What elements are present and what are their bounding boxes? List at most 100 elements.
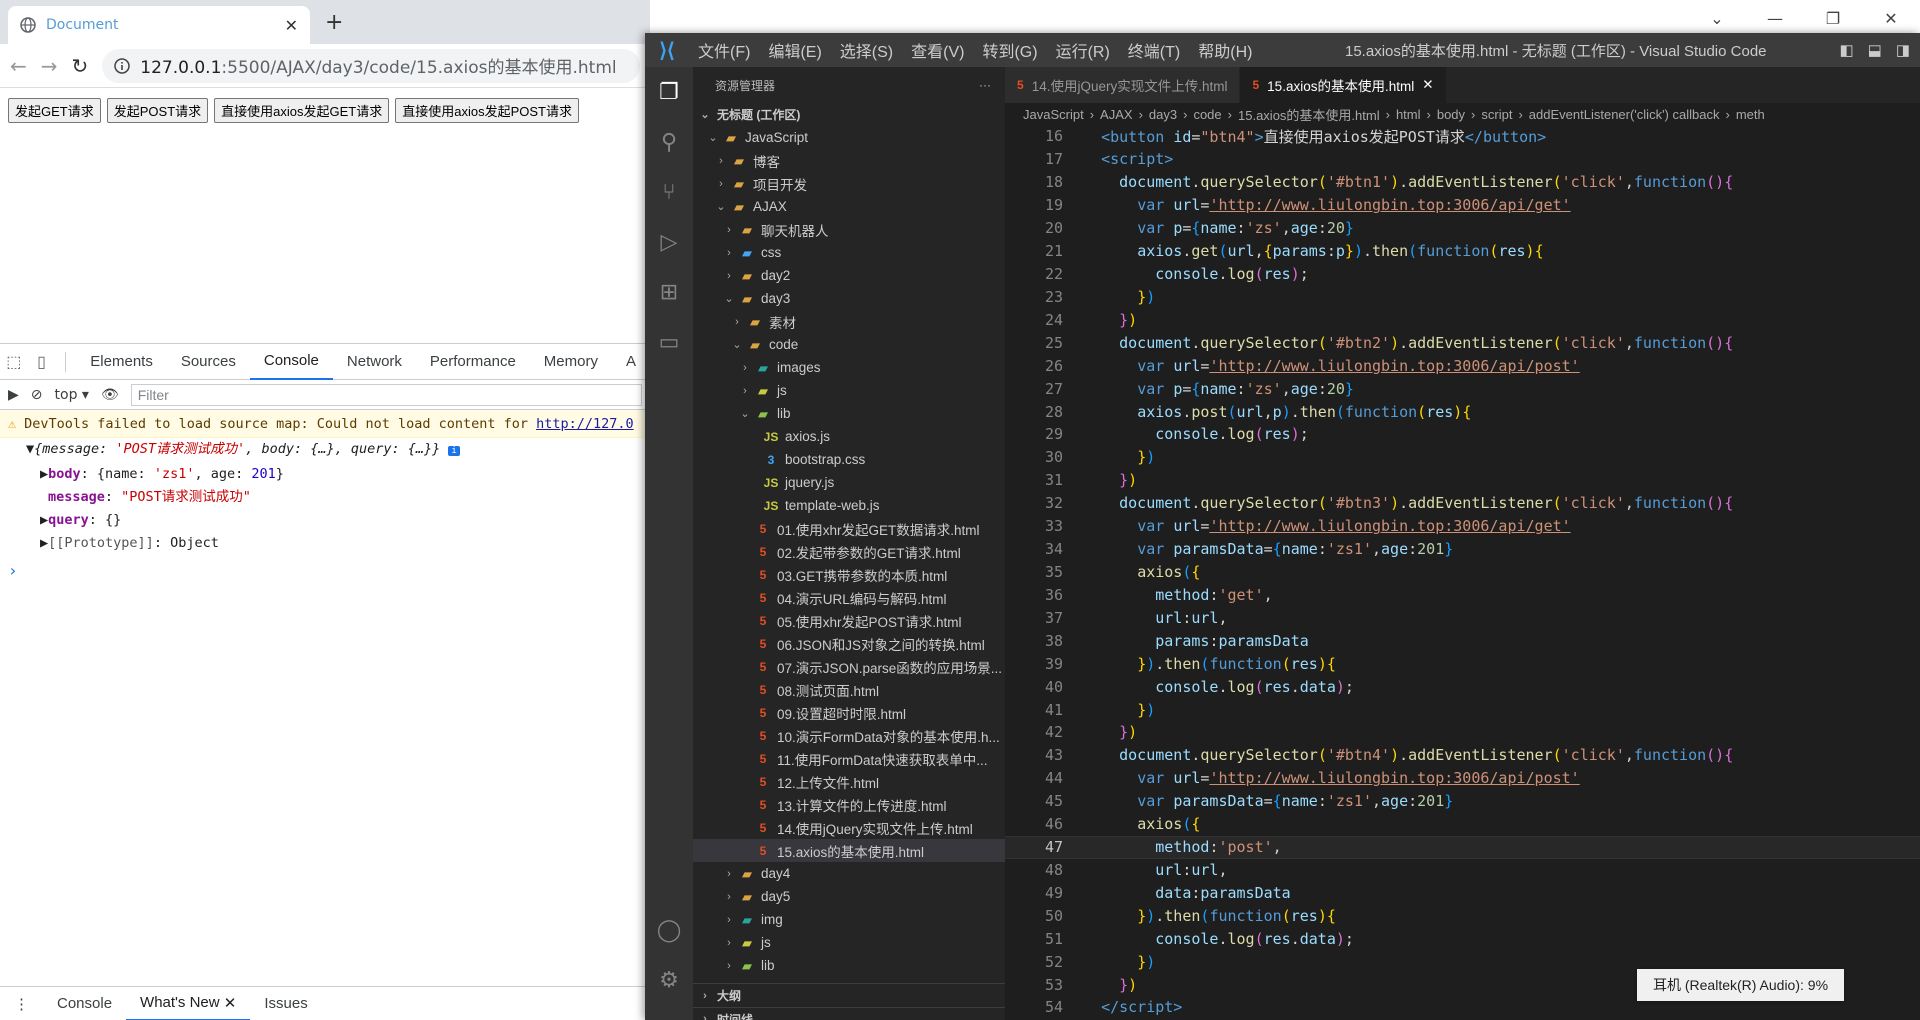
tree-item[interactable]: › ▰ 博客: [693, 149, 1005, 172]
tree-item[interactable]: › ▰ css: [693, 241, 1005, 264]
code-line[interactable]: 31 }): [1005, 469, 1920, 492]
tree-item[interactable]: 5 12.上传文件.html: [693, 770, 1005, 793]
collapsed-triangle-icon[interactable]: ▶: [40, 512, 48, 528]
extensions-icon[interactable]: ⊞: [645, 267, 693, 317]
log-object-summary[interactable]: ▼{message: 'POST请求测试成功', body: {…}, quer…: [0, 438, 650, 463]
code-line[interactable]: 17 <script>: [1005, 148, 1920, 171]
tree-item[interactable]: › ▰ 聊天机器人: [693, 218, 1005, 241]
code-line[interactable]: 30 }): [1005, 446, 1920, 469]
warning-link[interactable]: http://127.0: [536, 416, 634, 432]
expand-triangle-icon[interactable]: ▼: [26, 441, 34, 457]
menu-run[interactable]: 运行(R): [1047, 38, 1119, 62]
tab-network[interactable]: Network: [333, 344, 416, 380]
close-icon[interactable]: ✕: [1862, 0, 1920, 36]
breadcrumb-item[interactable]: day3: [1149, 107, 1177, 122]
tree-item[interactable]: 5 09.设置超时时限.html: [693, 701, 1005, 724]
more-actions-icon[interactable]: ···: [979, 78, 991, 92]
console-prompt[interactable]: ›: [0, 555, 650, 586]
code-line[interactable]: 24 }): [1005, 308, 1920, 331]
tree-item[interactable]: › ▰ 素材: [693, 310, 1005, 333]
tree-item[interactable]: ⌄ ▰ lib: [693, 402, 1005, 425]
drawer-tab-whats-new[interactable]: What's New ✕: [126, 987, 251, 1020]
breadcrumb-item[interactable]: AJAX: [1100, 107, 1133, 122]
menu-edit[interactable]: 编辑(E): [759, 38, 830, 62]
log-query-row[interactable]: ▶query: {}: [0, 509, 650, 532]
code-line[interactable]: 16 <button id="btn4">直接使用axios发起POST请求</…: [1005, 125, 1920, 148]
code-line[interactable]: 39 }).then(function(res){: [1005, 652, 1920, 675]
menu-terminal[interactable]: 终端(T): [1119, 38, 1189, 62]
breadcrumb-item[interactable]: code: [1193, 107, 1221, 122]
tree-item[interactable]: › ▰ images: [693, 356, 1005, 379]
code-line[interactable]: 46 axios({: [1005, 813, 1920, 836]
get-request-button[interactable]: 发起GET请求: [8, 98, 101, 123]
close-icon[interactable]: ✕: [224, 994, 237, 1012]
tree-item[interactable]: › ▰ day5: [693, 885, 1005, 908]
menu-help[interactable]: 帮助(H): [1189, 38, 1261, 62]
collapsed-triangle-icon[interactable]: ▶: [40, 535, 48, 551]
code-line[interactable]: 23 }): [1005, 285, 1920, 308]
code-line[interactable]: 19 var url='http://www.liulongbin.top:30…: [1005, 194, 1920, 217]
breadcrumb-item[interactable]: body: [1437, 107, 1465, 122]
inspect-element-icon[interactable]: ⬚: [0, 344, 28, 380]
breadcrumb-item[interactable]: script: [1481, 107, 1512, 122]
console-filter-input[interactable]: Filter: [130, 383, 642, 406]
code-editor[interactable]: 16 <button id="btn4">直接使用axios发起POST请求</…: [1005, 125, 1920, 1019]
editor-tab-14[interactable]: 5 14.使用jQuery实现文件上传.html: [1005, 67, 1241, 103]
tree-item[interactable]: › ▰ day2: [693, 264, 1005, 287]
code-line[interactable]: 45 var paramsData={name:'zs1',age:201}: [1005, 790, 1920, 813]
log-body-row[interactable]: ▶body: {name: 'zs1', age: 201}: [0, 463, 650, 486]
gear-icon[interactable]: ⚙: [645, 955, 693, 1005]
toggle-panel-icon[interactable]: ⬓: [1868, 41, 1882, 59]
tree-item[interactable]: › ▰ day4: [693, 862, 1005, 885]
tree-item[interactable]: 3 bootstrap.css: [693, 448, 1005, 471]
toggle-secondary-sidebar-icon[interactable]: ◨: [1896, 41, 1910, 59]
search-icon[interactable]: ⚲: [645, 117, 693, 167]
close-tab-icon[interactable]: ✕: [285, 16, 298, 35]
log-prototype-row[interactable]: ▶[[Prototype]]: Object: [0, 532, 650, 555]
menu-go[interactable]: 转到(G): [973, 38, 1046, 62]
outline-section[interactable]: › 大纲: [693, 984, 1005, 1007]
tree-item[interactable]: 5 07.演示JSON.parse函数的应用场景...: [693, 655, 1005, 678]
tree-item[interactable]: 5 03.GET携带参数的本质.html: [693, 563, 1005, 586]
clear-console-icon[interactable]: ⊘: [31, 387, 43, 403]
code-line[interactable]: 36 method:'get',: [1005, 583, 1920, 606]
info-icon[interactable]: [114, 57, 131, 74]
code-line[interactable]: 41 }): [1005, 698, 1920, 721]
tree-item[interactable]: › ▰ img: [693, 908, 1005, 931]
back-icon[interactable]: ←: [10, 54, 27, 78]
code-line[interactable]: 43 document.querySelector('#btn4').addEv…: [1005, 744, 1920, 767]
browser-tab[interactable]: Document ✕: [8, 6, 310, 44]
menu-view[interactable]: 查看(V): [902, 38, 973, 62]
close-icon[interactable]: ✕: [1422, 77, 1433, 93]
toggle-sidebar-icon[interactable]: ◧: [1839, 41, 1853, 59]
code-line[interactable]: 49 data:paramsData: [1005, 881, 1920, 904]
code-line[interactable]: 20 var p={name:'zs',age:20}: [1005, 217, 1920, 240]
tree-item[interactable]: › ▰ lib: [693, 954, 1005, 977]
code-line[interactable]: 42 }): [1005, 721, 1920, 744]
code-line[interactable]: 33 var url='http://www.liulongbin.top:30…: [1005, 515, 1920, 538]
code-line[interactable]: 34 var paramsData={name:'zs1',age:201}: [1005, 538, 1920, 561]
code-line[interactable]: 44 var url='http://www.liulongbin.top:30…: [1005, 767, 1920, 790]
code-line[interactable]: 37 url:url,: [1005, 606, 1920, 629]
post-request-button[interactable]: 发起POST请求: [106, 98, 209, 123]
tree-item[interactable]: ⌄ ▰ code: [693, 333, 1005, 356]
code-line[interactable]: 35 axios({: [1005, 561, 1920, 584]
tree-item[interactable]: › ▰ 项目开发: [693, 172, 1005, 195]
tree-item[interactable]: 5 15.axios的基本使用.html: [693, 839, 1005, 862]
tree-item[interactable]: 5 11.使用FormData快速获取表单中...: [693, 747, 1005, 770]
run-debug-icon[interactable]: ▷: [645, 217, 693, 267]
code-line[interactable]: 29 console.log(res);: [1005, 423, 1920, 446]
restore-icon[interactable]: ❐: [1804, 0, 1862, 36]
breadcrumb-item[interactable]: html: [1396, 107, 1421, 122]
editor-tab-15[interactable]: 5 15.axios的基本使用.html ✕: [1240, 67, 1447, 103]
code-line[interactable]: 21 axios.get(url,{params:p}).then(functi…: [1005, 240, 1920, 263]
remote-explorer-icon[interactable]: ▭: [645, 317, 693, 367]
tree-item[interactable]: 5 14.使用jQuery实现文件上传.html: [693, 816, 1005, 839]
code-line[interactable]: 38 params:paramsData: [1005, 629, 1920, 652]
tab-memory[interactable]: Memory: [530, 344, 612, 380]
tree-item[interactable]: ⌄ ▰ day3: [693, 287, 1005, 310]
tree-item[interactable]: JS jquery.js: [693, 471, 1005, 494]
axios-get-button[interactable]: 直接使用axios发起GET请求: [214, 98, 390, 123]
tree-item[interactable]: 5 13.计算文件的上传进度.html: [693, 793, 1005, 816]
source-control-icon[interactable]: ⑂: [645, 167, 693, 217]
